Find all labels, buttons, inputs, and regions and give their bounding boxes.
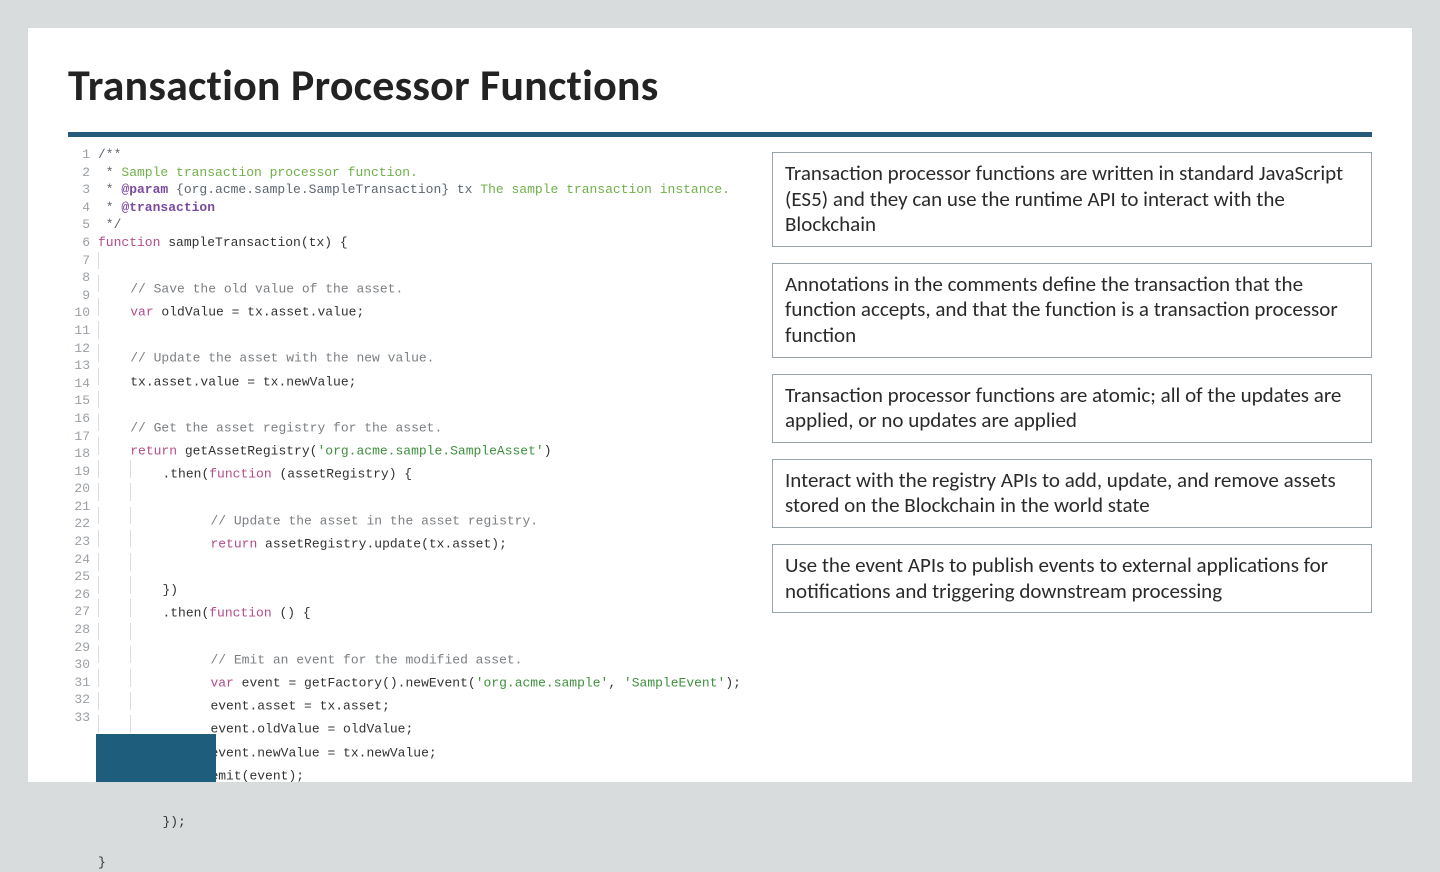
callout-box: Transaction processor functions are writ… xyxy=(772,152,1372,247)
title-rule xyxy=(68,132,1372,137)
callout-box: Use the event APIs to publish events to … xyxy=(772,544,1372,613)
footer-accent xyxy=(96,734,216,782)
callout-box: Annotations in the comments define the t… xyxy=(772,263,1372,358)
callout-box: Interact with the registry APIs to add, … xyxy=(772,459,1372,528)
code-gutter: 1234567891011121314151617181920212223242… xyxy=(68,146,98,872)
slide: Transaction Processor Functions 12345678… xyxy=(28,28,1412,782)
callout-list: Transaction processor functions are writ… xyxy=(772,152,1372,613)
callout-box: Transaction processor functions are atom… xyxy=(772,374,1372,443)
page-title: Transaction Processor Functions xyxy=(68,58,659,112)
